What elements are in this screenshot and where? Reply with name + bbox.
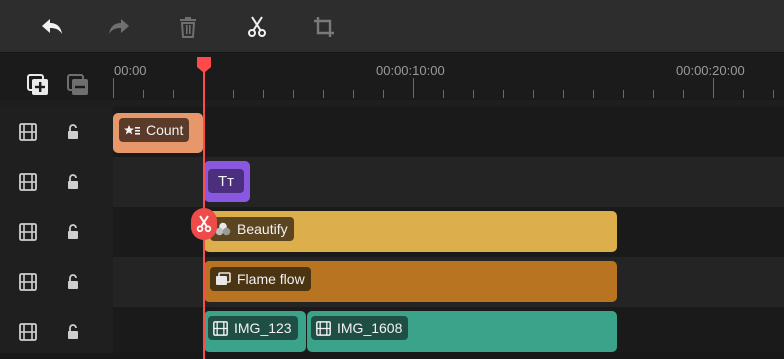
beautify-icon [215, 222, 231, 236]
clip-countdown-label: Count [119, 118, 190, 142]
unlock-icon [68, 324, 78, 339]
clip-beautify[interactable]: Beautify [204, 211, 617, 252]
film-icon [19, 123, 37, 141]
ruler-tick [173, 90, 174, 98]
clip-img-1608[interactable]: IMG_1608 [307, 311, 617, 352]
crop-icon [314, 17, 334, 37]
track-type-button[interactable] [17, 121, 39, 143]
clip-img-123-text: IMG_123 [234, 320, 292, 336]
unlock-icon [68, 224, 78, 239]
undo-arrow-icon [42, 19, 62, 34]
playhead-handle[interactable] [195, 56, 213, 79]
ruler-tick [503, 90, 504, 98]
track-header-4 [0, 257, 113, 307]
text-icon: Tт [217, 172, 235, 190]
ruler-label-20s: 00:00:20:00 [676, 63, 745, 78]
ruler-tick [653, 90, 654, 98]
track-lock-button[interactable] [62, 221, 84, 243]
track-type-button[interactable] [17, 321, 39, 343]
clip-img-123-label: IMG_123 [208, 316, 298, 340]
time-ruler[interactable]: 00:00 00:00:10:00 00:00:20:00 [113, 54, 784, 100]
redo-arrow-icon [109, 19, 129, 34]
unlock-icon [68, 274, 78, 289]
trash-icon [180, 17, 196, 38]
track-header-5 [0, 307, 113, 357]
ruler-label-10s: 00:00:10:00 [376, 63, 445, 78]
film-icon [19, 273, 37, 291]
track-header-1 [0, 107, 113, 157]
clip-beautify-text: Beautify [237, 221, 288, 237]
track-header-3 [0, 207, 113, 257]
clip-flame-flow-label: Flame flow [210, 267, 311, 291]
clip-img-1608-label: IMG_1608 [311, 316, 409, 340]
track-type-button[interactable] [17, 271, 39, 293]
film-icon [19, 323, 37, 341]
clip-img-1608-text: IMG_1608 [337, 320, 403, 336]
crop-button[interactable] [309, 12, 339, 42]
unlock-icon [68, 174, 78, 189]
split-button[interactable] [242, 12, 272, 42]
track-type-button[interactable] [17, 171, 39, 193]
film-icon [213, 320, 228, 336]
ruler-tick [593, 90, 594, 98]
ruler-tick [563, 90, 564, 98]
ruler-tick [713, 78, 714, 98]
redo-button[interactable] [104, 12, 134, 42]
film-icon [316, 320, 331, 336]
clip-text[interactable]: Tт [204, 161, 250, 202]
clip-countdown-text: Count [146, 122, 184, 138]
remove-track-icon [67, 74, 88, 95]
clip-flame-flow-text: Flame flow [237, 271, 305, 287]
playhead-split-button[interactable] [191, 208, 217, 240]
film-icon [19, 223, 37, 241]
unlock-icon [68, 124, 78, 139]
scissors-icon [248, 16, 266, 37]
ruler-tick [743, 90, 744, 98]
ruler-tick [353, 90, 354, 98]
ruler-tick [263, 90, 264, 98]
ruler-tick [233, 90, 234, 98]
ruler-tick [383, 90, 384, 98]
clip-img-123[interactable]: IMG_123 [204, 311, 306, 352]
ruler-tick [443, 90, 444, 98]
clip-flame-flow[interactable]: Flame flow [204, 261, 617, 302]
film-icon [19, 173, 37, 191]
timeline-header [0, 54, 113, 100]
scissors-icon [196, 215, 212, 233]
remove-track-button[interactable] [66, 73, 90, 97]
undo-button[interactable] [37, 12, 67, 42]
clip-text-label: Tт [208, 169, 244, 193]
timeline-bottom-edge [0, 353, 784, 359]
ruler-label-0: 00:00 [114, 63, 147, 78]
ruler-tick [113, 78, 114, 98]
delete-button[interactable] [173, 12, 203, 42]
add-track-icon [27, 74, 48, 95]
track-lock-button[interactable] [62, 271, 84, 293]
track-lock-button[interactable] [62, 321, 84, 343]
ruler-tick [413, 78, 414, 98]
ruler-tick [323, 90, 324, 98]
ruler-tick [533, 90, 534, 98]
playhead-marker-icon [197, 57, 211, 73]
clip-beautify-label: Beautify [210, 217, 294, 241]
ruler-tick [773, 90, 774, 98]
ruler-tick [143, 90, 144, 98]
ruler-tick [473, 90, 474, 98]
ruler-tick [623, 90, 624, 98]
track-lock-button[interactable] [62, 171, 84, 193]
ruler-tick [683, 90, 684, 98]
sticker-icon [124, 124, 140, 136]
add-track-button[interactable] [26, 73, 50, 97]
editing-toolbar [0, 0, 784, 53]
track-lock-button[interactable] [62, 121, 84, 143]
ruler-tick [293, 90, 294, 98]
track-row-2 [0, 157, 784, 207]
track-type-button[interactable] [17, 221, 39, 243]
clip-countdown[interactable]: Count [113, 113, 203, 153]
track-header-2 [0, 157, 113, 207]
transition-icon [215, 272, 231, 286]
